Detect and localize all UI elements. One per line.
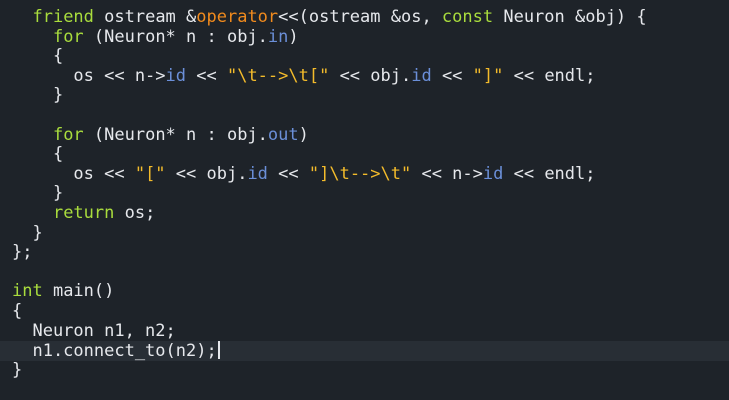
code-token: id	[482, 163, 504, 184]
code-token: {	[12, 144, 64, 165]
code-token: << endl;	[503, 65, 596, 86]
code-line[interactable]: friend ostream &operator<<(ostream &os, …	[0, 7, 729, 28]
text-cursor	[217, 341, 220, 360]
code-token: << n->	[411, 163, 483, 184]
code-line[interactable]: {	[0, 46, 729, 67]
code-token: id	[165, 65, 187, 86]
code-line[interactable]: }	[0, 184, 729, 204]
code-line[interactable]: {	[0, 144, 729, 165]
code-token: (Neuron* n : obj.	[83, 26, 268, 47]
code-token: }	[12, 222, 43, 243]
code-line[interactable]	[0, 106, 729, 126]
code-line[interactable]: Neuron n1, n2;	[0, 320, 729, 342]
code-token: << obj.	[165, 163, 248, 184]
code-line[interactable]: os << "[" << obj.id << "]\t-->\t" << n->…	[0, 163, 729, 185]
code-line[interactable]: for (Neuron* n : obj.in)	[0, 26, 729, 48]
code-token: "["	[134, 163, 166, 184]
code-token: (Neuron* n : obj.	[83, 124, 268, 145]
code-line[interactable]: }	[0, 222, 729, 244]
code-token: "]\t-->\t"	[308, 163, 412, 184]
code-token: operator	[196, 7, 279, 27]
code-line[interactable]: n1.connect_to(n2);	[0, 341, 729, 361]
code-token: "]"	[472, 65, 504, 86]
code-token: id	[411, 65, 432, 86]
code-token: friend	[32, 7, 94, 27]
code-line[interactable]: return os;	[0, 202, 729, 224]
code-token: os << n->	[12, 65, 166, 86]
code-line[interactable]: for (Neuron* n : obj.out)	[0, 124, 729, 146]
code-token: }	[12, 85, 64, 106]
code-token: "\t-->\t["	[226, 65, 330, 86]
code-line[interactable]: }	[0, 86, 729, 106]
code-token: for	[52, 124, 84, 145]
code-token: out	[267, 124, 299, 145]
code-token: id	[247, 163, 268, 184]
code-line[interactable]: {	[0, 300, 729, 322]
code-token: };	[12, 242, 33, 263]
code-token: << obj.	[329, 65, 412, 86]
code-token: main()	[42, 281, 115, 302]
code-token: <<(ostream &os,	[278, 7, 442, 27]
code-token: os <<	[12, 163, 135, 184]
code-token: }	[12, 359, 23, 380]
code-line[interactable]: int main()	[0, 282, 729, 302]
code-token: Neuron n1, n2;	[12, 320, 176, 341]
code-token: )	[288, 26, 299, 47]
code-line[interactable]: };	[0, 242, 729, 263]
code-line[interactable]: os << n->id << "\t-->\t[" << obj.id << "…	[0, 65, 729, 87]
code-token: {	[12, 300, 23, 321]
code-line[interactable]: }	[0, 359, 729, 381]
code-token: Neuron &obj) {	[493, 7, 647, 27]
code-token: <<	[267, 163, 309, 184]
code-line[interactable]	[0, 263, 729, 283]
code-token: os;	[114, 202, 156, 223]
code-editor[interactable]: friend ostream &operator<<(ostream &os, …	[0, 0, 729, 400]
code-token: ostream &	[93, 7, 197, 27]
code-token: const	[441, 7, 494, 27]
code-token: in	[267, 26, 289, 47]
code-token: << endl;	[503, 163, 596, 184]
code-token: )	[298, 124, 309, 145]
code-token: for	[52, 26, 84, 47]
code-token: return	[52, 202, 115, 223]
code-token: <<	[186, 65, 227, 86]
code-token: }	[12, 183, 64, 204]
code-token: int	[12, 281, 43, 302]
code-token: <<	[431, 65, 473, 86]
code-token: n1.connect_to(n2);	[12, 341, 217, 362]
code-token: {	[12, 46, 64, 67]
